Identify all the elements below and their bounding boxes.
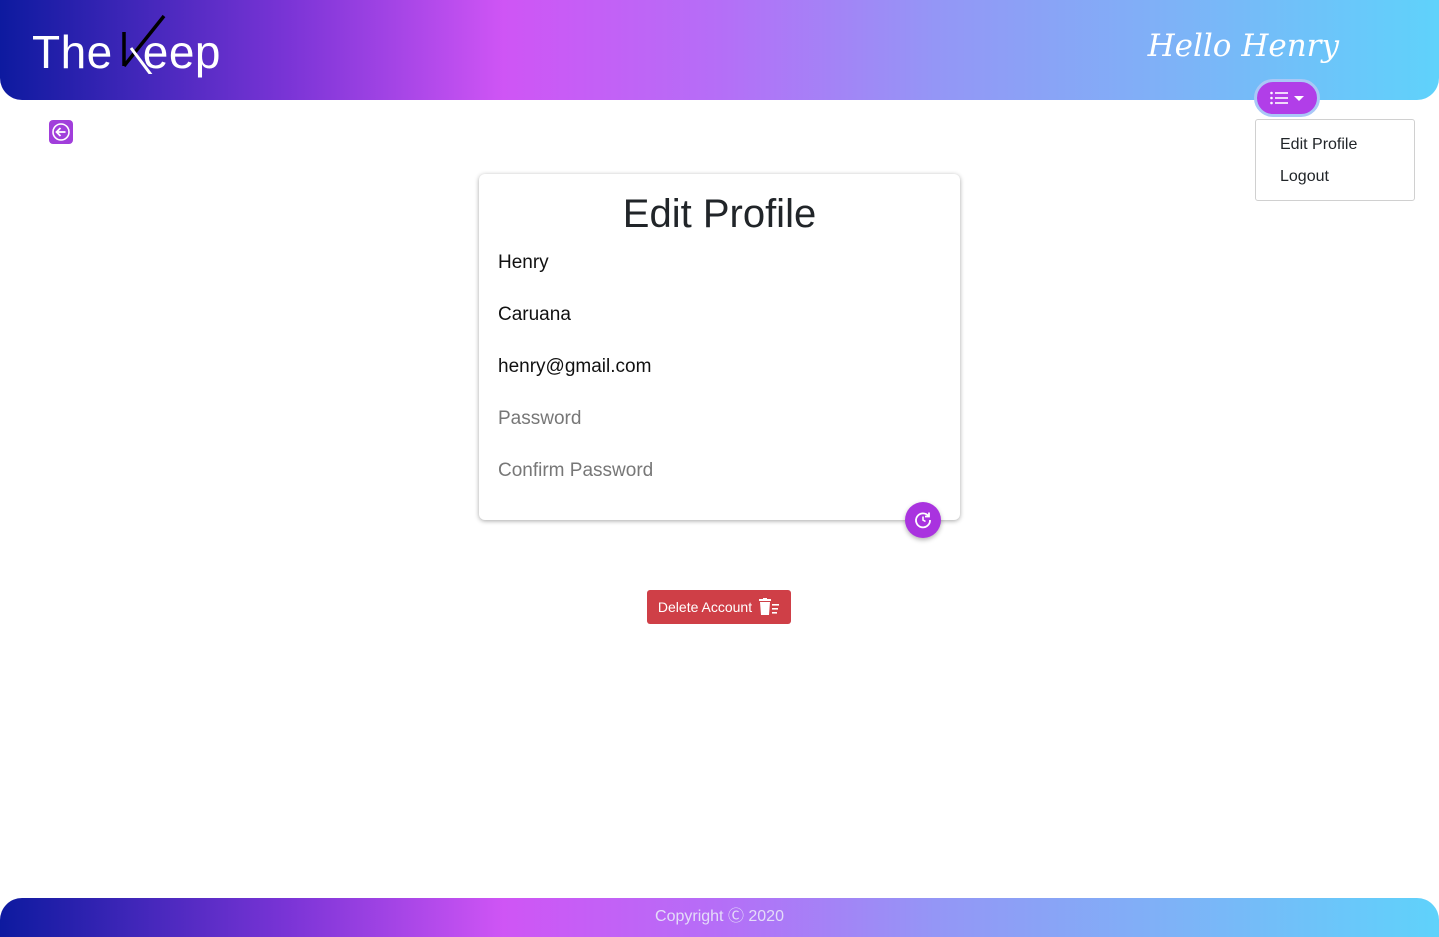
chevron-down-icon: [1294, 95, 1304, 101]
delete-account-label: Delete Account: [657, 599, 753, 615]
email-input[interactable]: [498, 352, 938, 382]
header: The eep Hello Henry: [0, 0, 1439, 100]
update-profile-button[interactable]: [905, 502, 941, 538]
copyright-text: Copyright Ⓒ 2020: [655, 908, 784, 925]
arrow-left-icon: [52, 123, 70, 141]
user-dropdown-menu: Edit Profile Logout: [1255, 119, 1415, 201]
checkmark-k-icon: [122, 14, 166, 74]
list-icon: [1270, 91, 1288, 105]
footer: Copyright Ⓒ 2020: [0, 898, 1439, 937]
last-name-input[interactable]: [498, 300, 938, 330]
greeting: Hello Henry: [1147, 28, 1339, 64]
menu-item-logout[interactable]: Logout: [1256, 166, 1414, 198]
password-input[interactable]: [498, 404, 938, 434]
user-menu-button[interactable]: [1254, 79, 1320, 117]
logo-text-left: The: [32, 26, 113, 78]
page-title: Edit Profile: [622, 192, 817, 236]
logo[interactable]: The eep: [32, 14, 221, 80]
trash-icon: [759, 598, 780, 615]
edit-profile-card: Edit Profile: [479, 174, 960, 520]
delete-account-button[interactable]: Delete Account: [647, 590, 791, 624]
first-name-input[interactable]: [498, 248, 938, 278]
refresh-icon: [915, 512, 931, 529]
back-button[interactable]: [49, 120, 73, 144]
confirm-password-input[interactable]: [498, 456, 938, 486]
menu-item-edit-profile[interactable]: Edit Profile: [1256, 134, 1414, 166]
